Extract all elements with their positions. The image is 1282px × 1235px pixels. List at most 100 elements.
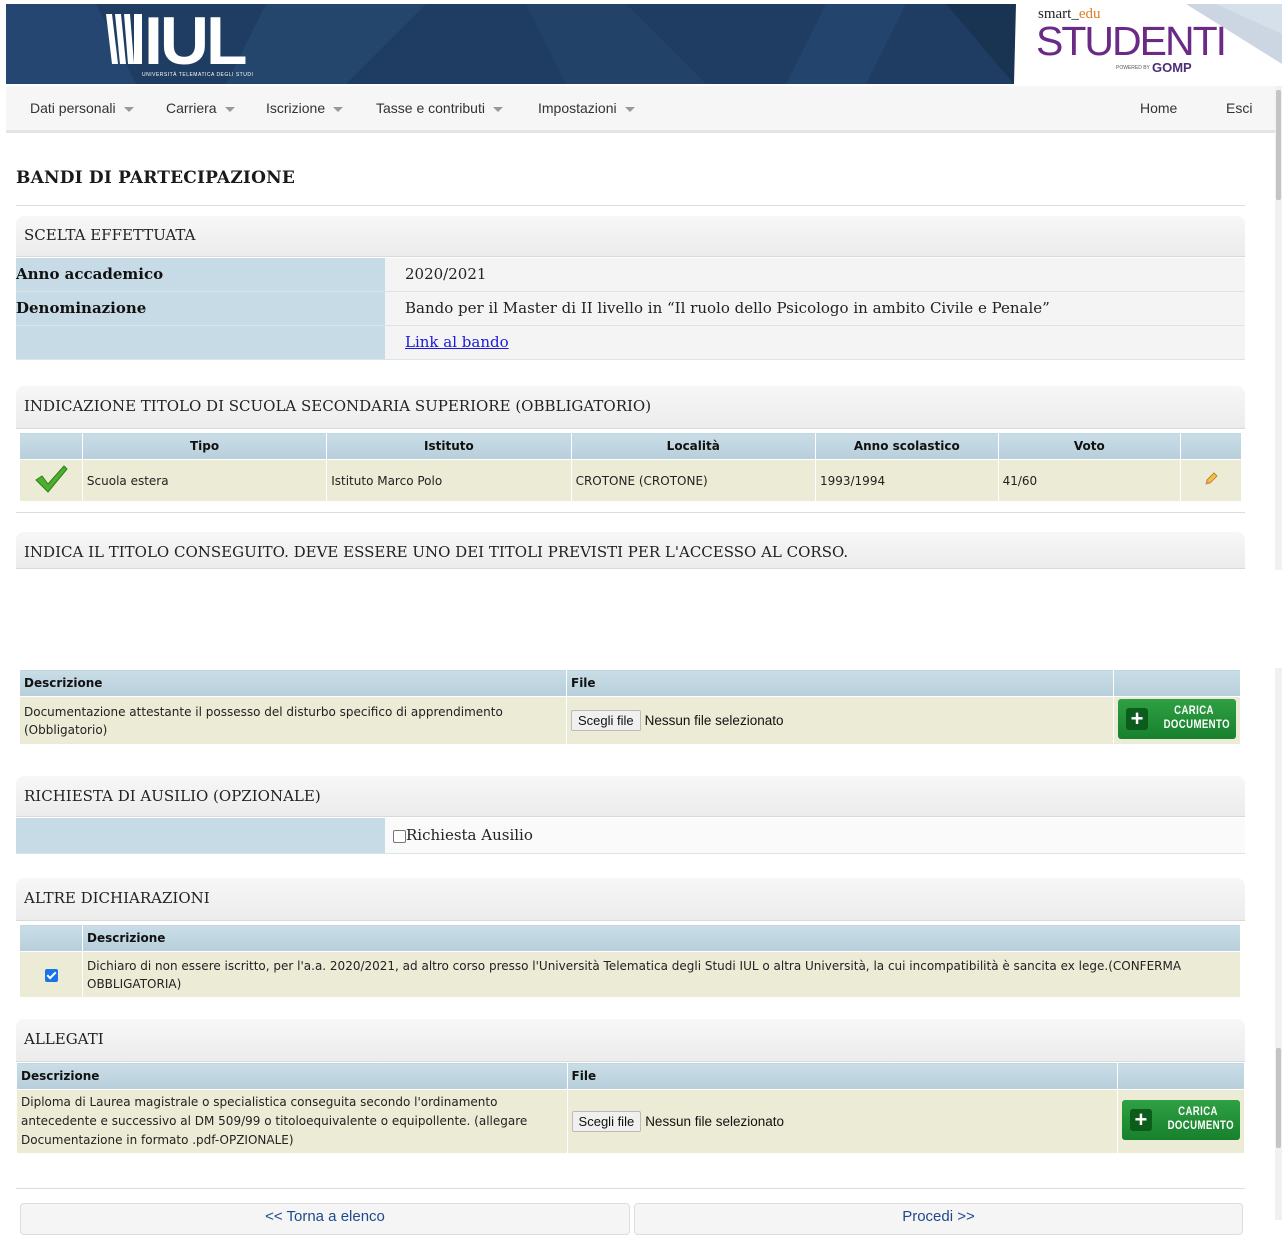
nav-impostazioni[interactable]: Impostazioni [538,100,635,116]
brand-powered: POWERED BY [1116,65,1150,71]
divider [16,512,1245,513]
nav-esci[interactable]: Esci [1226,100,1252,116]
section-heading: INDICA IL TITOLO CONSEGUITO. DEVE ESSERE… [24,543,849,561]
nav-dati-personali[interactable]: Dati personali [30,100,134,116]
column-header: Descrizione [16,1062,568,1090]
cell-anno: 1993/1994 [814,459,999,502]
section-ausilio: RICHIESTA DI AUSILIO (OPZIONALE) [16,776,1245,817]
status-cell [19,459,83,502]
section-heading: ALLEGATI [24,1030,104,1048]
table-header-row: Descrizione [19,924,1241,952]
kv-row-denominazione: Denominazione Bando per il Master di II … [16,292,1245,326]
back-to-list-button[interactable]: << Torna a elenco [20,1203,630,1235]
nav-iscrizione[interactable]: Iscrizione [266,100,344,116]
documentazione-table: Descrizione File Documentazione attestan… [19,669,1241,745]
caret-down-icon [492,106,503,112]
table-row: Diploma di Laurea magistrale o specialis… [16,1089,1246,1154]
action-cell [1180,459,1242,502]
section-titolo-conseguito: INDICA IL TITOLO CONSEGUITO. DEVE ESSERE… [16,532,1245,569]
cell-file: Scegli file Nessun file selezionato [566,1089,1118,1154]
link-al-bando[interactable]: Link al bando [405,333,509,351]
iul-logo-mark-icon [106,14,142,64]
title-divider [16,205,1245,206]
cell-descrizione: Dichiaro di non essere iscritto, per l'a… [82,951,1241,998]
brand-gomp: GOMP [1152,60,1192,75]
cell-istituto: Istituto Marco Polo [326,459,572,502]
column-header: Tipo [81,432,328,460]
section-heading: INDICAZIONE TITOLO DI SCUOLA SECONDARIA … [24,397,652,415]
cell-file: Scegli file Nessun file selezionato [566,696,1114,745]
checkbox-label: Richiesta Ausilio [406,826,533,844]
ausilio-row: Richiesta Ausilio [16,818,1245,854]
titolo-scuola-table: Tipo Istituto Località Anno scolastico V… [19,432,1242,502]
plus-icon: + [1126,708,1148,730]
main-navbar: Dati personali Carriera Iscrizione Tasse… [6,86,1276,133]
upload-label: CARICA DOCUMENTO [1167,1104,1234,1132]
kv-label [16,326,385,359]
cell-descrizione: Diploma di Laurea magistrale o specialis… [16,1089,568,1154]
cell-tipo: Scuola estera [81,459,328,502]
divider [16,1188,1245,1189]
cell-localita: CROTONE (CROTONE) [570,459,816,502]
cell-upload: + CARICA DOCUMENTO [1116,1089,1246,1154]
kv-row-anno: Anno accademico 2020/2021 [16,258,1245,292]
cell-upload: + CARICA DOCUMENTO [1113,696,1241,745]
section-heading: RICHIESTA DI AUSILIO (OPZIONALE) [24,787,321,805]
cell-check [19,951,83,998]
column-header: Anno scolastico [814,432,999,460]
kv-row-link: Link al bando [16,326,1245,360]
kv-value: Bando per il Master di II livello in “Il… [385,292,1245,325]
plus-icon: + [1129,1109,1152,1131]
caret-down-icon [333,106,344,112]
column-header: Istituto [326,432,572,460]
upload-label: CARICA DOCUMENTO [1163,703,1230,731]
header-banner: IUL UNIVERSITÀ TELEMATICA DEGLI STUDI sm… [6,4,1282,84]
iul-logo[interactable]: IUL UNIVERSITÀ TELEMATICA DEGLI STUDI [102,4,272,82]
nav-home[interactable]: Home [1140,100,1177,116]
section-heading: ALTRE DICHIARAZIONI [24,889,210,907]
column-header: Descrizione [19,669,567,697]
proceed-button[interactable]: Procedi >> [634,1203,1243,1235]
kv-label: Anno accademico [16,258,385,291]
page-title: BANDI DI PARTECIPAZIONE [16,168,295,188]
column-header: File [566,669,1114,697]
table-header-row: Descrizione File [19,669,1241,697]
column-header-action [1116,1062,1246,1090]
nav-tasse-contributi[interactable]: Tasse e contributi [376,100,503,116]
scrollbar-thumb[interactable] [1276,1048,1281,1148]
cell-descrizione: Documentazione attestante il possesso de… [19,696,567,745]
cell-voto: 41/60 [997,459,1182,502]
file-status: Nessun file selezionato [645,1114,785,1129]
upload-document-button[interactable]: + CARICA DOCUMENTO [1121,1100,1240,1140]
kv-value: Richiesta Ausilio [385,818,1245,853]
column-header: Voto [997,432,1182,460]
column-header: Località [570,432,816,460]
section-heading: SCELTA EFFETTUATA [24,226,196,244]
column-header-action [1113,669,1241,697]
caret-down-icon [123,106,134,112]
choose-file-button[interactable]: Scegli file [571,1111,642,1132]
kv-label: Denominazione [16,292,385,325]
column-header: File [566,1062,1118,1090]
column-header: Descrizione [82,924,1241,952]
scrollbar-thumb[interactable] [1276,90,1281,200]
richiesta-ausilio-checkbox[interactable] [393,829,406,843]
section-altre-dichiarazioni: ALTRE DICHIARAZIONI [16,878,1245,921]
smartedu-studenti-brand: smart_edu STUDENTI POWERED BY GOMP [1030,4,1230,84]
dichiarazione-checkbox[interactable] [44,968,58,982]
column-header-check [19,924,83,952]
checkmark-icon [35,465,68,493]
column-header-status [19,432,83,460]
kv-label [16,818,385,853]
section-titolo-scuola: INDICAZIONE TITOLO DI SCUOLA SECONDARIA … [16,386,1245,429]
allegati-table: Descrizione File Diploma di Laurea magis… [16,1062,1246,1154]
kv-value: 2020/2021 [385,258,1245,291]
section-allegati: ALLEGATI [16,1019,1245,1062]
section-scelta-effettuata: SCELTA EFFETTUATA [16,216,1245,257]
table-row: Dichiaro di non essere iscritto, per l'a… [19,951,1241,998]
logo-text: IUL [144,4,248,79]
upload-document-button[interactable]: + CARICA DOCUMENTO [1118,699,1236,739]
nav-carriera[interactable]: Carriera [166,100,235,116]
choose-file-button[interactable]: Scegli file [571,710,641,731]
pencil-icon[interactable] [1203,471,1219,487]
